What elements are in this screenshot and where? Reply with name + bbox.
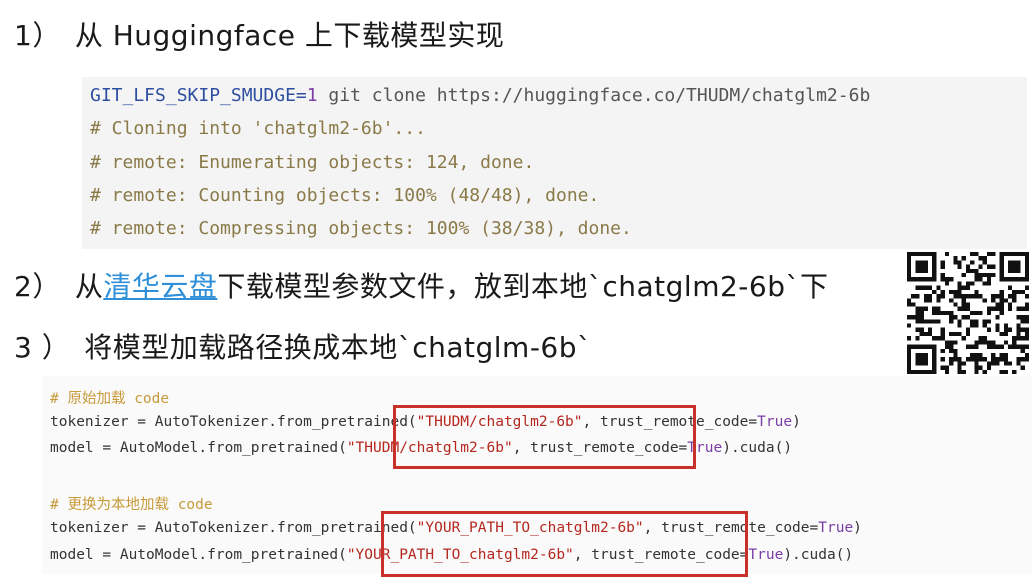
code-comment-line: # Cloning into 'chatglm2-6b'... bbox=[90, 118, 426, 139]
code-text: tokenizer = AutoTokenizer.from_pretraine… bbox=[50, 414, 417, 430]
code-text: model = AutoModel.from_pretrained( bbox=[50, 547, 347, 563]
true-keyword: True bbox=[818, 520, 854, 536]
code-text: model = AutoModel.from_pretrained( bbox=[50, 440, 347, 456]
true-keyword: True bbox=[748, 547, 784, 563]
env-eq: = bbox=[295, 85, 307, 106]
original-path-highlight bbox=[393, 405, 696, 469]
code-comment-line: # remote: Counting objects: 100% (48/48)… bbox=[90, 185, 600, 206]
git-command: git clone https://huggingface.co/THUDM/c… bbox=[317, 85, 871, 106]
qr-code-image bbox=[907, 252, 1029, 374]
original-load-comment: # 原始加载 code bbox=[50, 391, 170, 407]
replace-load-comment: # 更换为本地加载 code bbox=[50, 497, 213, 513]
code-text: ) bbox=[853, 520, 862, 536]
step-1-heading: 1） 从 Huggingface 上下载模型实现 bbox=[14, 14, 504, 54]
env-value: 1 bbox=[306, 85, 318, 106]
local-path-highlight bbox=[381, 511, 748, 577]
step-2-suffix: 下载模型参数文件，放到本地`chatglm2-6b`下 bbox=[217, 270, 829, 303]
code-text: tokenizer = AutoTokenizer.from_pretraine… bbox=[50, 520, 417, 536]
env-var: GIT_LFS_SKIP_SMUDGE bbox=[90, 85, 296, 106]
step-2-heading: 2） 从清华云盘下载模型参数文件，放到本地`chatglm2-6b`下 bbox=[14, 265, 828, 305]
step-1-number: 1） bbox=[14, 19, 61, 52]
code-comment-line: # remote: Enumerating objects: 124, done… bbox=[90, 152, 535, 173]
step-2-number: 2） bbox=[14, 270, 61, 303]
tsinghua-cloud-link[interactable]: 清华云盘 bbox=[103, 270, 217, 303]
step-3-heading: 3 ） 将模型加载路径换成本地`chatglm-6b` bbox=[14, 326, 592, 366]
true-keyword: True bbox=[757, 414, 793, 430]
code-comment-line: # remote: Compressing objects: 100% (38/… bbox=[90, 218, 632, 239]
code-text: ) bbox=[792, 414, 801, 430]
code-text: ).cuda() bbox=[722, 440, 793, 456]
step-2-prefix: 从 bbox=[74, 270, 104, 303]
step-3-text: 将模型加载路径换成本地`chatglm-6b` bbox=[84, 331, 592, 364]
code-text: ).cuda() bbox=[783, 547, 854, 563]
step-1-text: 从 Huggingface 上下载模型实现 bbox=[74, 19, 505, 52]
step-3-number: 3 ） bbox=[14, 331, 71, 364]
git-clone-code-block: GIT_LFS_SKIP_SMUDGE=1 git clone https://… bbox=[82, 77, 1027, 249]
git-clone-line: GIT_LFS_SKIP_SMUDGE=1 git clone https://… bbox=[90, 85, 870, 106]
